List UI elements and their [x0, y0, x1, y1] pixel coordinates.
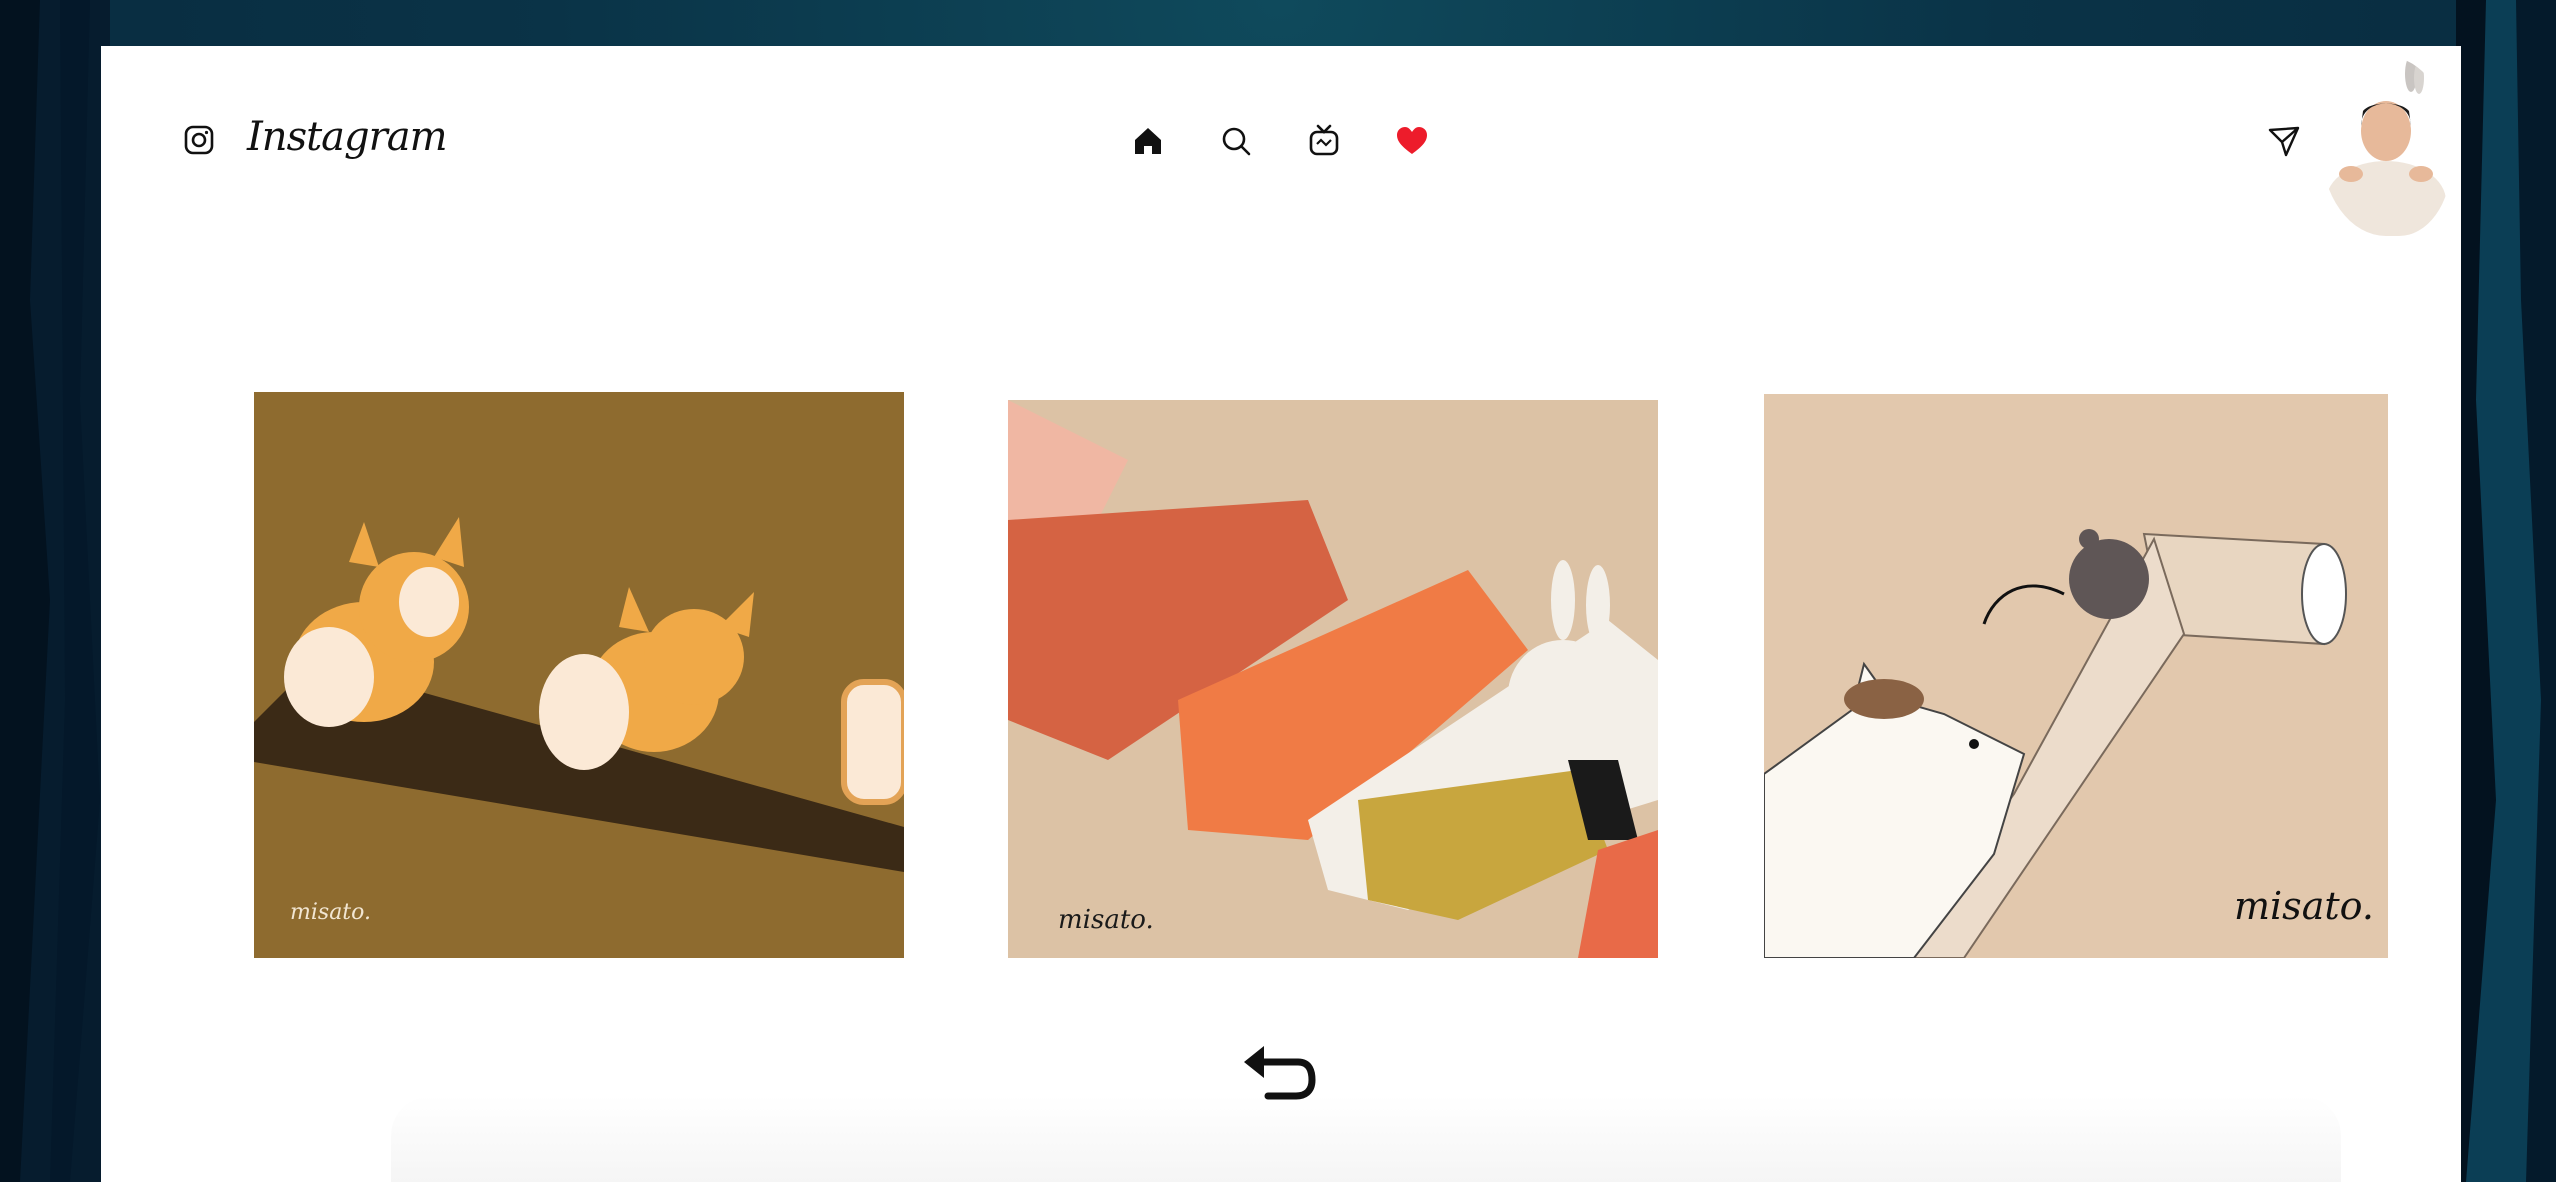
post-tile-3[interactable]: misato.	[1764, 394, 2388, 958]
post-3-illustration	[1764, 394, 2388, 958]
background-trees-left	[0, 0, 110, 1182]
heart-icon[interactable]	[1395, 124, 1429, 158]
instagram-wordmark[interactable]: Instagram	[247, 114, 448, 160]
home-icon[interactable]	[1131, 124, 1165, 158]
post-1-signature: misato.	[290, 900, 371, 925]
search-icon[interactable]	[1219, 124, 1253, 158]
post-tile-1[interactable]: misato.	[254, 392, 904, 958]
direct-message-icon[interactable]	[2267, 124, 2301, 158]
post-3-signature: misato.	[2234, 884, 2374, 928]
bottom-fade-strip	[391, 1096, 2341, 1182]
igtv-icon[interactable]	[1307, 124, 1341, 158]
post-2-signature: misato.	[1058, 905, 1154, 935]
back-return-icon[interactable]	[1240, 1042, 1318, 1108]
instagram-glyph-icon[interactable]	[184, 125, 214, 155]
profile-avatar[interactable]	[2321, 56, 2451, 236]
background-trees-right	[2456, 0, 2556, 1182]
post-2-illustration	[1008, 400, 1658, 958]
main-card: Instagram misato. misato. misato.	[101, 46, 2461, 1182]
top-navigation-bar: Instagram	[101, 46, 2461, 236]
post-1-illustration	[254, 392, 904, 958]
post-tile-2[interactable]: misato.	[1008, 400, 1658, 958]
